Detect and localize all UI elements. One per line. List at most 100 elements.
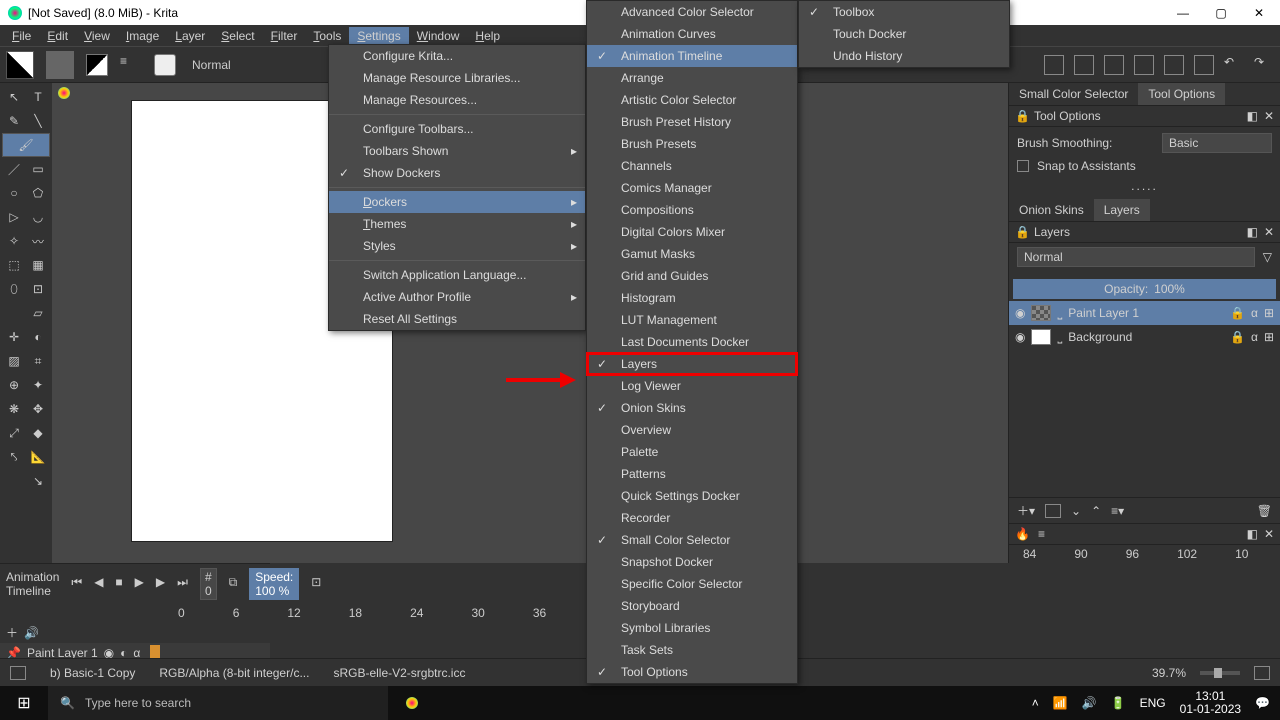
tool-28[interactable]: ◆ <box>26 421 50 445</box>
menu-select[interactable]: Select <box>213 27 262 45</box>
tool-1[interactable]: T <box>26 85 50 109</box>
menu-image[interactable]: Image <box>118 27 167 45</box>
docker-small-color-selector[interactable]: ✓Small Color Selector <box>587 529 797 551</box>
tray-volume-icon[interactable]: 🔊 <box>1082 696 1097 710</box>
canvas-map-icon[interactable] <box>1254 666 1270 680</box>
tool-2[interactable]: ✎ <box>2 109 26 133</box>
tray-notifications-icon[interactable]: 💬 <box>1255 696 1270 710</box>
tool-29[interactable]: ⤣ <box>2 445 26 469</box>
snap-checkbox[interactable] <box>1017 160 1029 172</box>
tool-25[interactable]: ❋ <box>2 397 26 421</box>
menuitem-switch-application-language-[interactable]: Switch Application Language... <box>329 264 585 286</box>
tool-10[interactable]: ◡ <box>26 205 50 229</box>
docker-toolbox[interactable]: ✓Toolbox <box>799 1 1009 23</box>
menuitem-manage-resource-libraries-[interactable]: Manage Resource Libraries... <box>329 67 585 89</box>
duplicate-layer-icon[interactable] <box>1045 504 1061 518</box>
props-icon[interactable]: ⊞ <box>1264 330 1274 344</box>
tool-13[interactable]: ⬚ <box>2 253 26 277</box>
tool-19[interactable]: ✛ <box>2 325 26 349</box>
tool-16[interactable]: ⊡ <box>26 277 50 301</box>
undo-icon[interactable]: ↶ <box>1224 55 1244 75</box>
menuitem-toolbars-shown[interactable]: Toolbars Shown▸ <box>329 140 585 162</box>
tool-24[interactable]: ✦ <box>26 373 50 397</box>
docker-digital-colors-mixer[interactable]: Digital Colors Mixer <box>587 221 797 243</box>
docker-quick-settings-docker[interactable]: Quick Settings Docker <box>587 485 797 507</box>
tab-tool-options[interactable]: Tool Options <box>1138 83 1225 105</box>
wrap-icon[interactable] <box>1104 55 1124 75</box>
menuitem-configure-toolbars-[interactable]: Configure Toolbars... <box>329 118 585 140</box>
docker-overview[interactable]: Overview <box>587 419 797 441</box>
docker-grid-and-guides[interactable]: Grid and Guides <box>587 265 797 287</box>
mirror-icon[interactable] <box>1074 55 1094 75</box>
docker-lut-management[interactable]: LUT Management <box>587 309 797 331</box>
speed-slider[interactable]: Speed: 100 % <box>249 568 299 600</box>
docker-snapshot-docker[interactable]: Snapshot Docker <box>587 551 797 573</box>
tool-12[interactable]: 〰 <box>26 229 50 253</box>
menu-layer[interactable]: Layer <box>167 27 213 45</box>
tab-layers[interactable]: Layers <box>1094 199 1150 221</box>
float-icon[interactable]: ◧ <box>1247 527 1258 541</box>
audio-icon[interactable]: 🔊 <box>24 626 39 640</box>
start-button[interactable]: ⊞ <box>0 693 48 713</box>
brush-smoothing-select[interactable]: Basic <box>1162 133 1272 153</box>
docker-specific-color-selector[interactable]: Specific Color Selector <box>587 573 797 595</box>
tool-21[interactable]: ▨ <box>2 349 26 373</box>
add-layer-icon[interactable]: ＋▾ <box>1017 502 1035 519</box>
taskbar-krita-icon[interactable] <box>388 697 436 709</box>
layer-name[interactable]: Background <box>1068 330 1224 344</box>
move-down-icon[interactable]: ⌄ <box>1071 504 1081 518</box>
tray-chevron-icon[interactable]: ˄ <box>1032 696 1039 710</box>
docker-channels[interactable]: Channels <box>587 155 797 177</box>
menu-tools[interactable]: Tools <box>305 27 349 45</box>
stop-icon[interactable]: ■ <box>115 575 122 593</box>
visibility-icon[interactable]: ◉ <box>1015 306 1025 320</box>
docker-palette[interactable]: Palette <box>587 441 797 463</box>
tool-18[interactable]: ▱ <box>26 301 50 325</box>
float-icon[interactable]: ◧ <box>1247 109 1258 123</box>
menu-edit[interactable]: Edit <box>39 27 76 45</box>
layer-name[interactable]: Paint Layer 1 <box>1068 306 1224 320</box>
tool-32[interactable]: ↘ <box>26 469 50 493</box>
next-frame-icon[interactable]: ▶ <box>156 575 165 593</box>
add-track-icon[interactable]: ＋ <box>6 624 18 641</box>
menuitem-active-author-profile[interactable]: Active Author Profile▸ <box>329 286 585 308</box>
close-dock-icon[interactable]: ✕ <box>1264 225 1274 239</box>
visibility-icon[interactable]: ◉ <box>1015 330 1025 344</box>
anim-flame-icon[interactable]: 🔥 <box>1015 527 1030 541</box>
docker-onion-skins[interactable]: ✓Onion Skins <box>587 397 797 419</box>
menuitem-reset-all-settings[interactable]: Reset All Settings <box>329 308 585 330</box>
docker-undo-history[interactable]: Undo History <box>799 45 1009 67</box>
docker-animation-timeline[interactable]: ✓Animation Timeline <box>587 45 797 67</box>
workspace-icon[interactable] <box>1044 55 1064 75</box>
tool-27[interactable]: ⤢ <box>2 421 26 445</box>
close-dock-icon[interactable]: ✕ <box>1264 527 1274 541</box>
tool-7[interactable]: ○ <box>2 181 26 205</box>
menu-settings[interactable]: Settings <box>349 27 408 45</box>
tool-23[interactable]: ⊕ <box>2 373 26 397</box>
settings-icon[interactable]: ⊡ <box>311 575 321 593</box>
tool-31[interactable] <box>2 469 26 493</box>
close-dock-icon[interactable]: ✕ <box>1264 109 1274 123</box>
menuitem-manage-resources-[interactable]: Manage Resources... <box>329 89 585 111</box>
docker-brush-presets[interactable]: Brush Presets <box>587 133 797 155</box>
filter-icon[interactable]: ▽ <box>1263 250 1272 264</box>
minimize-button[interactable]: — <box>1176 6 1190 20</box>
collapse-dots-icon[interactable]: ..... <box>1017 179 1272 193</box>
docker-patterns[interactable]: Patterns <box>587 463 797 485</box>
alpha-icon[interactable]: α <box>1251 330 1258 344</box>
menuitem-show-dockers[interactable]: ✓Show Dockers <box>329 162 585 184</box>
docker-layers[interactable]: ✓Layers <box>587 353 797 375</box>
docker-comics-manager[interactable]: Comics Manager <box>587 177 797 199</box>
lock-icon[interactable]: 🔒 <box>1015 109 1030 123</box>
menu-filter[interactable]: Filter <box>263 27 306 45</box>
lock-icon[interactable]: 🔒 <box>1015 225 1030 239</box>
taskbar-search[interactable]: 🔍 Type here to search <box>48 686 388 720</box>
docker-advanced-color-selector[interactable]: Advanced Color Selector <box>587 1 797 23</box>
open-icon[interactable] <box>1164 55 1184 75</box>
new-icon[interactable] <box>1134 55 1154 75</box>
docker-recorder[interactable]: Recorder <box>587 507 797 529</box>
tray-clock[interactable]: 13:0101-01-2023 <box>1180 690 1241 716</box>
tool-22[interactable]: ⌗ <box>26 349 50 373</box>
fg-bg-color-icon[interactable] <box>86 54 108 76</box>
tool-14[interactable]: ▦ <box>26 253 50 277</box>
